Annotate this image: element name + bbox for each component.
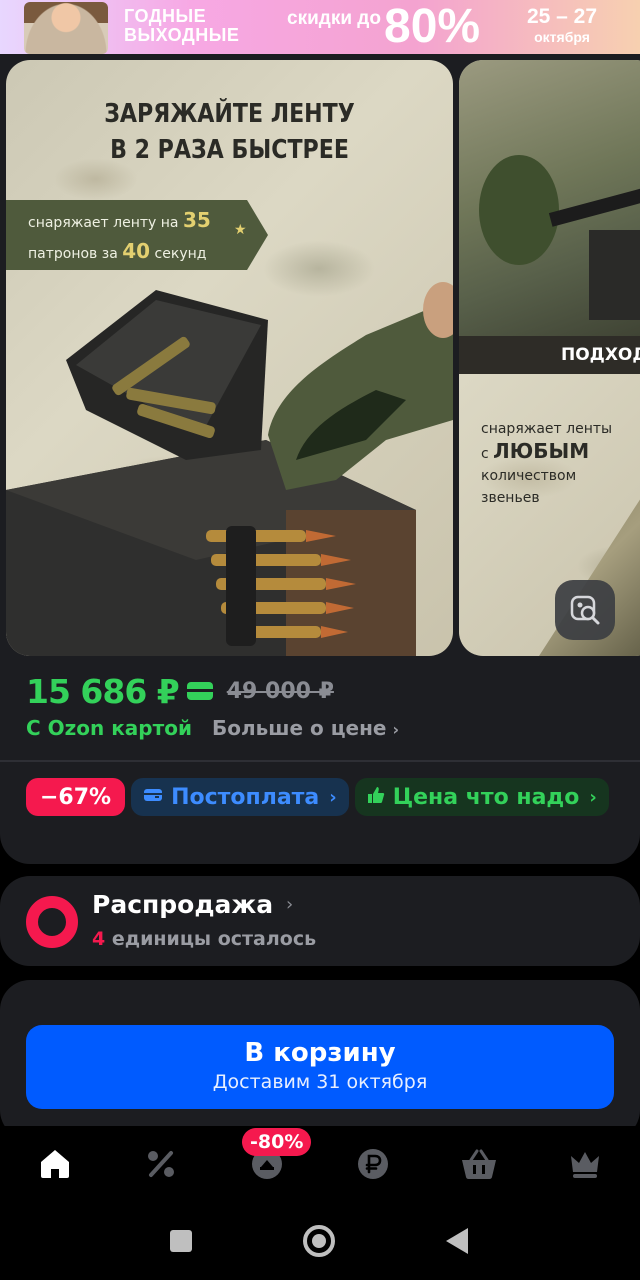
ruble-icon[interactable] — [353, 1144, 393, 1184]
star-icon: ★ — [234, 222, 247, 238]
promo-title: ГОДНЫЕ ВЫХОДНЫЕ — [124, 6, 240, 45]
chevron-right-icon: › — [392, 720, 400, 739]
ozon-card-icon — [186, 682, 213, 700]
ozon-card-label: С Ozon картой — [26, 716, 192, 740]
slide-2-banner: ПОДХОДИ — [561, 345, 640, 365]
home-button[interactable] — [303, 1225, 335, 1257]
slide-headline-line-1: ЗАРЯЖАЙТЕ ЛЕНТУ — [104, 99, 355, 129]
promo-percent: 80% — [384, 0, 481, 53]
system-navigation-bar — [0, 1200, 640, 1280]
crown-icon[interactable] — [565, 1144, 605, 1184]
slide-2-text: снаряжает ленты с ЛЮБЫМ количеством звен… — [481, 421, 613, 506]
image-gallery[interactable]: ЗАРЯЖАЙТЕ ЛЕНТУ В 2 РАЗА БЫСТРЕЕ снаряжа… — [6, 60, 640, 656]
bottom-tab-bar — [0, 1126, 640, 1200]
more-about-price-link[interactable]: Больше о цене › — [212, 716, 399, 740]
add-to-cart-label: В корзину — [244, 1038, 396, 1068]
back-button[interactable] — [446, 1228, 468, 1254]
old-price: 49 000 ₽ — [226, 678, 334, 704]
sale-badge: -80% — [242, 1128, 312, 1156]
discount-badge: −67% — [26, 778, 126, 816]
product-card: ЗАРЯЖАЙТЕ ЛЕНТУ В 2 РАЗА БЫСТРЕЕ снаряжа… — [0, 54, 640, 864]
current-price: 15 686 ₽ — [26, 671, 180, 711]
sale-title: Распродажа — [92, 890, 274, 919]
promo-dates: 25 – 27 октября — [512, 5, 612, 47]
sale-ring-icon — [26, 896, 78, 948]
promo-banner[interactable]: ГОДНЫЕ ВЫХОДНЫЕ скидки до 80% 25 – 27 ок… — [0, 0, 640, 54]
add-to-cart-button[interactable]: В корзину Доставим 31 октября — [26, 1025, 614, 1109]
chevron-right-icon: › — [589, 786, 597, 808]
delivery-date: Доставим 31 октября — [212, 1071, 428, 1093]
slide-2-photo — [459, 60, 640, 336]
stock-remaining: 4 единицы осталось — [92, 928, 317, 950]
image-search-icon — [570, 595, 600, 625]
promo-subtitle: скидки до — [287, 8, 381, 29]
good-price-chip[interactable]: Цена что надо › — [354, 778, 609, 816]
promo-model-image — [24, 2, 108, 54]
promo-month: октября — [534, 29, 590, 45]
basket-icon[interactable] — [459, 1144, 499, 1184]
slide-ribbon: снаряжает ленту на 35 патронов за 40 сек… — [6, 200, 268, 270]
visual-search-button[interactable] — [555, 580, 615, 640]
percent-icon[interactable] — [141, 1144, 181, 1184]
slide-headline: ЗАРЯЖАЙТЕ ЛЕНТУ В 2 РАЗА БЫСТРЕЕ — [40, 96, 420, 168]
thumbs-up-icon — [367, 786, 385, 809]
gallery-slide-1[interactable]: ЗАРЯЖАЙТЕ ЛЕНТУ В 2 РАЗА БЫСТРЕЕ снаряжа… — [6, 60, 453, 656]
postpay-chip[interactable]: Постоплата › — [131, 778, 349, 816]
chevron-right-icon: › — [329, 786, 337, 808]
home-icon[interactable] — [35, 1144, 75, 1184]
ozon-card-row: С Ozon картой Больше о цене › — [26, 716, 399, 740]
badge-row: −67% Постоплата › Цена что надо › — [26, 778, 615, 816]
chevron-right-icon: › — [286, 894, 294, 915]
wallet-icon — [143, 787, 163, 808]
recents-button[interactable] — [170, 1230, 192, 1252]
sale-block[interactable]: Распродажа › 4 единицы осталось — [0, 876, 640, 966]
divider — [0, 760, 640, 762]
slide-headline-line-2: В 2 РАЗА БЫСТРЕЕ — [110, 135, 349, 165]
promo-days: 25 – 27 — [526, 5, 598, 28]
gallery-slide-2[interactable]: ПОДХОДИ снаряжает ленты с ЛЮБЫМ количест… — [459, 60, 640, 656]
price-row: 15 686 ₽ 49 000 ₽ — [26, 671, 334, 711]
